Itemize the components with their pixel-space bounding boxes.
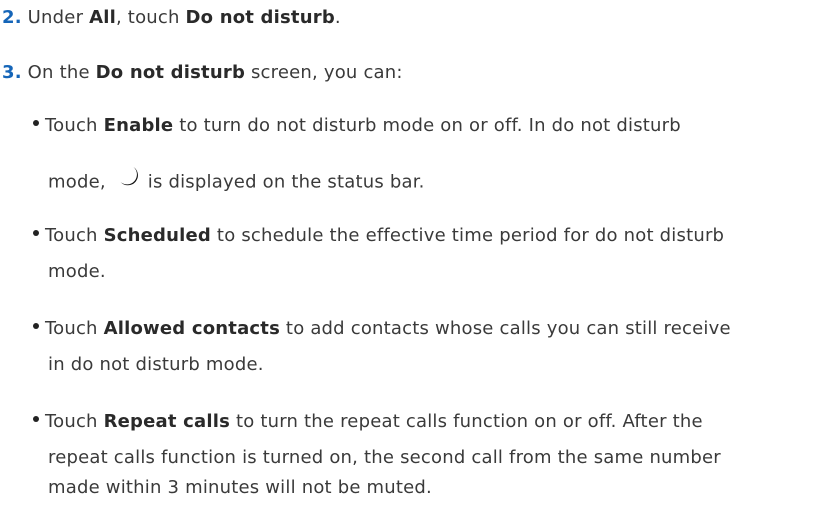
bullet-text: repeat calls function is turned on, the …: [48, 447, 721, 468]
bullet-text: Touch: [45, 225, 104, 246]
bullet-scheduled-line2: mode.: [48, 260, 106, 284]
step-bold-term: All: [89, 7, 116, 28]
bullet-text: to turn the repeat calls function on or …: [230, 411, 703, 432]
step-number: 3.: [2, 62, 22, 83]
step-text: On the: [21, 62, 96, 83]
bullet-bold-term: Scheduled: [103, 225, 212, 246]
step-bold-term: Do not disturb: [95, 62, 246, 83]
step-number: 2.: [2, 7, 22, 28]
bullet-dot-icon: [33, 230, 39, 236]
bullet-dot-icon: [33, 323, 39, 329]
bullet-bold-term: Enable: [103, 115, 174, 136]
bullet-allowed-contacts-line2: in do not disturb mode.: [48, 353, 264, 377]
bullet-dot-icon: [33, 416, 39, 422]
bullet-repeat-calls-line3: made within 3 minutes will not be muted.: [48, 476, 432, 500]
bullet-bold-term: Allowed contacts: [103, 318, 281, 339]
bullet-bold-term: Repeat calls: [103, 411, 231, 432]
bullet-text: Touch: [45, 318, 104, 339]
bullet-scheduled: Touch Scheduled to schedule the effectiv…: [33, 224, 724, 248]
step-bold-term: Do not disturb: [185, 7, 335, 28]
bullet-repeat-calls-line2: repeat calls function is turned on, the …: [48, 446, 721, 470]
bullet-text: mode.: [48, 261, 106, 282]
step-2: 2. Under All, touch Do not disturb.: [2, 6, 341, 30]
bullet-allowed-contacts: Touch Allowed contacts to add contacts w…: [33, 317, 731, 341]
bullet-text: is displayed on the status bar.: [147, 171, 425, 193]
bullet-text: mode,: [48, 171, 106, 193]
bullet-text: Touch: [45, 411, 104, 432]
bullet-text: to turn do not disturb mode on or off. I…: [173, 115, 681, 136]
bullet-text: made within 3 minutes will not be muted.: [48, 477, 432, 498]
step-text: .: [334, 7, 341, 28]
bullet-text: Touch: [45, 115, 104, 136]
bullet-text: to add contacts whose calls you can stil…: [280, 318, 731, 339]
step-text: screen, you can:: [245, 62, 403, 83]
moon-icon: [118, 165, 142, 196]
bullet-enable-line2: mode, is displayed on the status bar.: [48, 167, 425, 198]
bullet-text: in do not disturb mode.: [48, 354, 264, 375]
bullet-repeat-calls: Touch Repeat calls to turn the repeat ca…: [33, 410, 703, 434]
bullet-dot-icon: [33, 120, 39, 126]
step-text: Under: [21, 7, 90, 28]
bullet-text: to schedule the effective time period fo…: [211, 225, 725, 246]
step-text: , touch: [115, 7, 186, 28]
bullet-enable: Touch Enable to turn do not disturb mode…: [33, 114, 681, 138]
step-3: 3. On the Do not disturb screen, you can…: [2, 61, 403, 85]
